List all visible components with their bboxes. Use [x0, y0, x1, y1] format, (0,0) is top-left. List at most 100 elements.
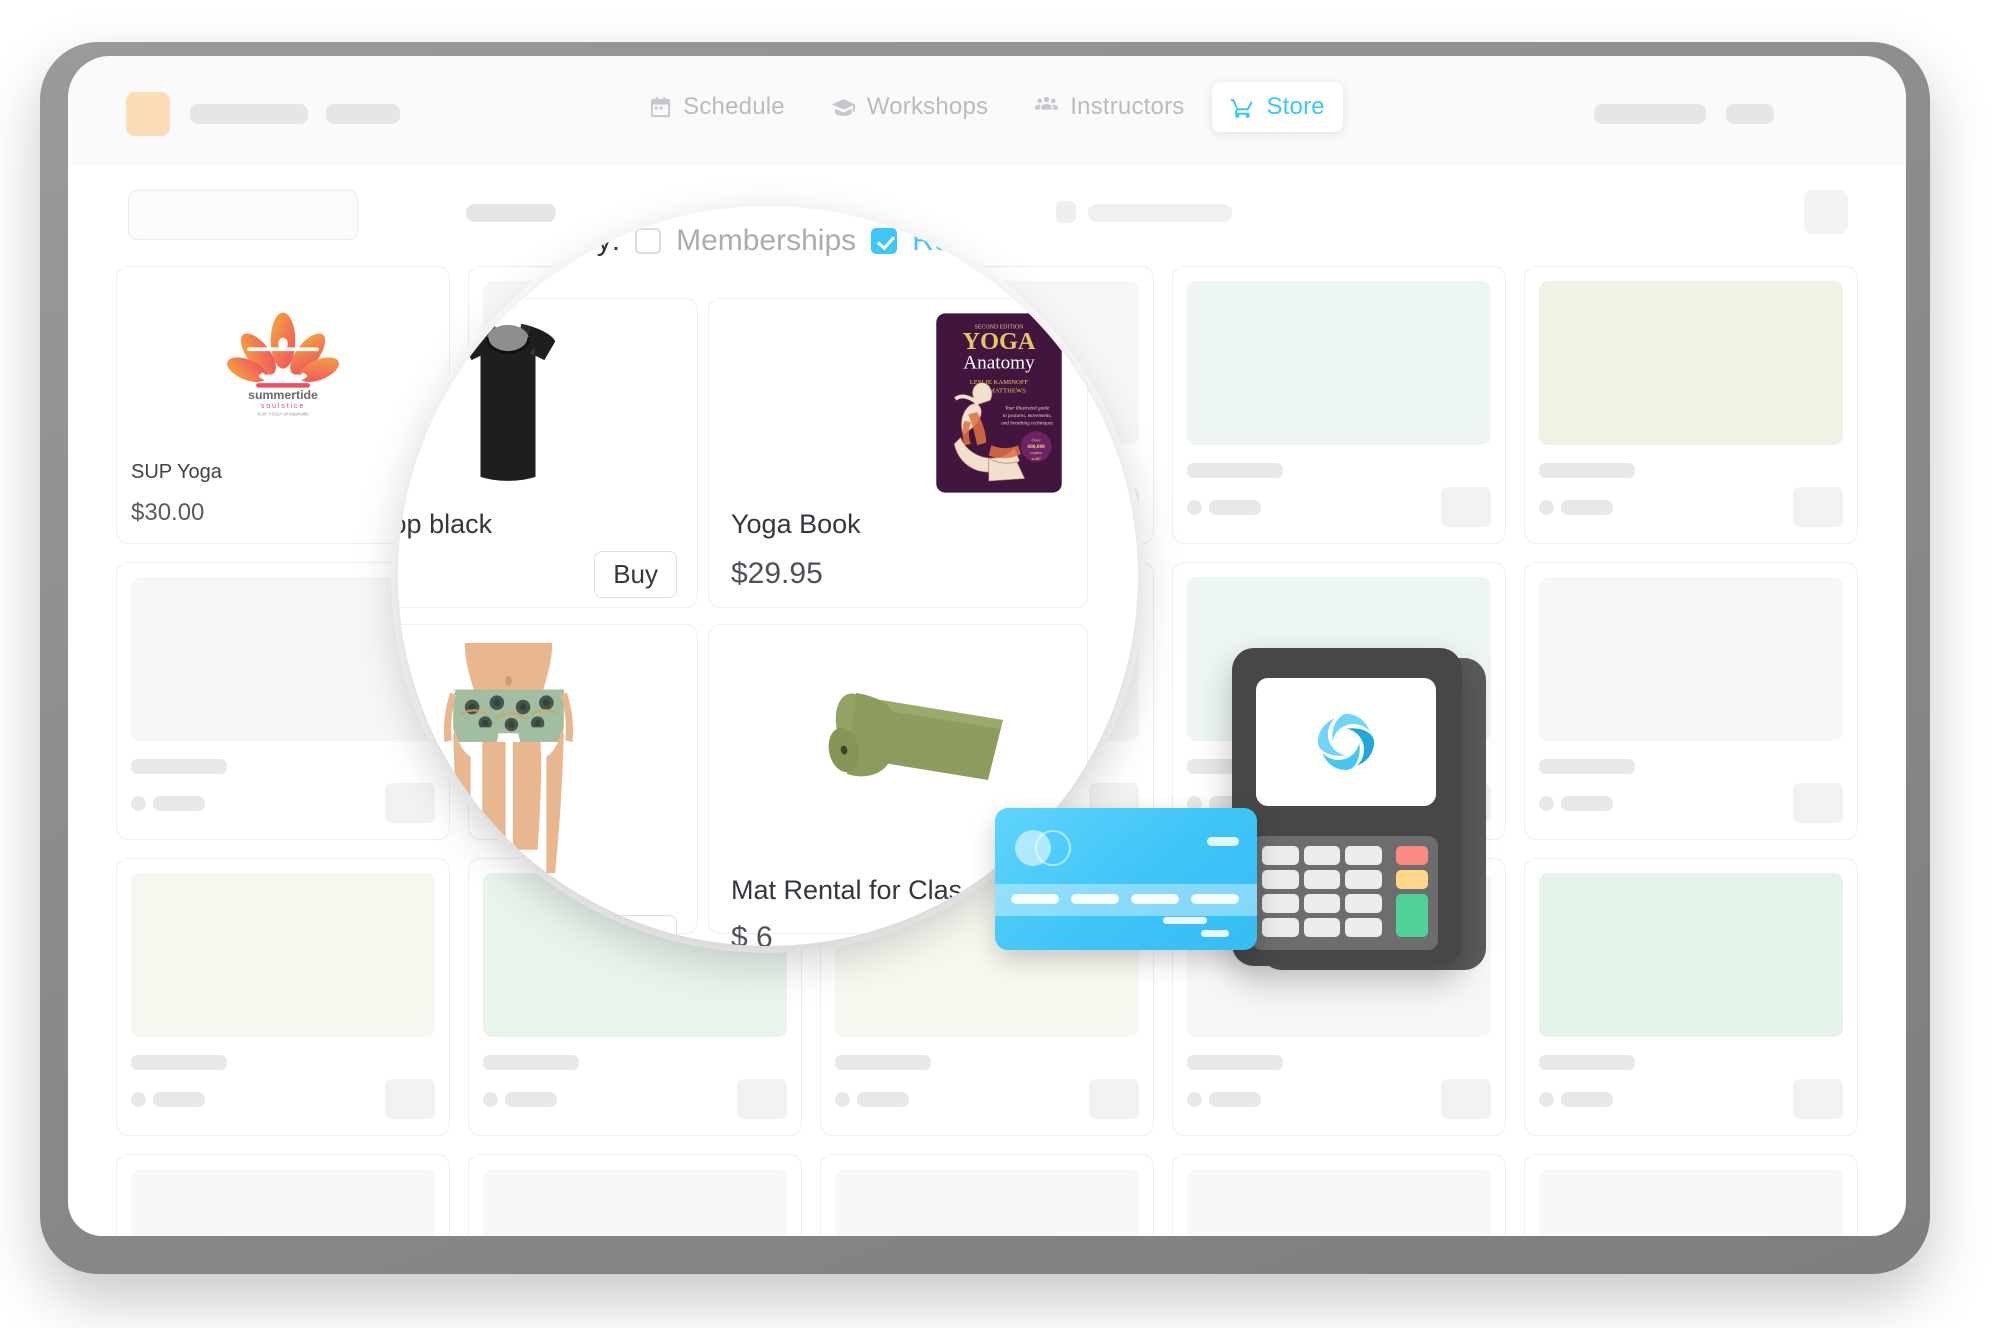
card-number-group [1011, 894, 1059, 904]
terminal-body [1232, 648, 1462, 966]
product-image-placeholder [835, 1169, 1139, 1236]
key[interactable] [1262, 870, 1299, 889]
green-yoga-mat-photo [828, 693, 1003, 780]
product-price-placeholder [1539, 1091, 1613, 1107]
product-title-placeholder [1187, 463, 1283, 478]
product-price: $ 6 [731, 921, 773, 946]
card-chip [1207, 837, 1239, 846]
search-input[interactable] [128, 190, 358, 240]
card-logo-circle-right [1035, 830, 1071, 866]
product-card[interactable] [1172, 266, 1506, 544]
svg-text:to postures, movements,: to postures, movements, [1003, 413, 1052, 419]
card-holder-line-2 [1201, 930, 1229, 937]
tablet-screen: Schedule Workshops Instructors Store sum… [68, 56, 1906, 1236]
buy-button-placeholder[interactable] [1793, 783, 1843, 823]
product-card[interactable] [1172, 1154, 1506, 1236]
key[interactable] [1262, 846, 1299, 865]
calendar-icon [649, 96, 672, 119]
buy-button-placeholder[interactable] [1793, 1079, 1843, 1119]
product-image-placeholder [131, 873, 435, 1037]
product-image-placeholder [131, 577, 435, 741]
magnified-product-card[interactable]: Buy [398, 624, 698, 946]
cyan-swirl-logo [1317, 713, 1375, 771]
payment-terminal [1232, 648, 1486, 980]
card-number-group [1071, 894, 1119, 904]
product-card[interactable] [1524, 1154, 1858, 1236]
buy-button-placeholder[interactable] [1089, 1079, 1139, 1119]
peacock-print-shorts-photo [443, 643, 573, 873]
tab-instructors[interactable]: Instructors [1016, 82, 1202, 132]
product-price-placeholder [483, 1091, 557, 1107]
app-header: Schedule Workshops Instructors Store [68, 56, 1906, 167]
product-title-placeholder [131, 759, 227, 774]
category-label: Category: [490, 224, 621, 257]
shopping-cart-icon [1230, 95, 1255, 120]
buy-button-placeholder[interactable] [1441, 487, 1491, 527]
summertide-soulstice-logo: summertide soulstice SUP YOGA of Nashvil… [227, 312, 339, 418]
tab-store[interactable]: Store [1212, 82, 1343, 132]
card-holder-line-1 [1163, 917, 1207, 924]
key[interactable] [1345, 918, 1382, 937]
key[interactable] [1303, 918, 1341, 937]
product-price-placeholder [1539, 499, 1613, 515]
tab-label: Instructors [1070, 93, 1185, 120]
key[interactable] [1262, 918, 1299, 937]
product-card[interactable] [116, 1154, 450, 1236]
buy-button[interactable]: Buy [594, 551, 677, 598]
checkbox-retail[interactable] [871, 228, 898, 254]
svg-text:Your illustrated guide: Your illustrated guide [1005, 405, 1050, 411]
tab-workshops[interactable]: Workshops [813, 82, 1006, 132]
product-card[interactable] [1524, 266, 1858, 544]
enter-key[interactable] [1396, 894, 1428, 937]
key[interactable] [1262, 894, 1299, 913]
product-image-placeholder [1187, 1169, 1491, 1236]
product-image: SECOND EDITION YOGA Anatomy LESLIE KAMIN… [709, 307, 1087, 499]
buy-button-placeholder[interactable] [1441, 1079, 1491, 1119]
product-image-placeholder [131, 1169, 435, 1236]
checkbox-label-retail: Re [912, 224, 951, 257]
key[interactable] [1345, 846, 1382, 865]
key[interactable] [1303, 894, 1341, 913]
svg-text:summertide: summertide [248, 388, 318, 402]
key[interactable] [1345, 870, 1382, 889]
magnified-product-card[interactable]: en Top black 00 Buy [398, 298, 698, 608]
key[interactable] [1303, 846, 1341, 865]
product-price: $30.00 [131, 499, 205, 526]
filter-icon-button[interactable] [1804, 190, 1848, 234]
tab-schedule[interactable]: Schedule [631, 82, 803, 132]
product-price-placeholder [835, 1091, 909, 1107]
magnified-category-filter: Category: Memberships Re [490, 224, 951, 258]
cancel-key[interactable] [1396, 846, 1428, 865]
tablet-frame: Schedule Workshops Instructors Store sum… [40, 42, 1930, 1274]
product-title-placeholder [1539, 463, 1635, 478]
product-title-placeholder [483, 1055, 579, 1070]
product-title: Yoga Book [731, 509, 861, 539]
buy-button-placeholder[interactable] [385, 1079, 435, 1119]
product-card[interactable] [1524, 858, 1858, 1136]
clear-key[interactable] [1396, 870, 1428, 889]
key[interactable] [1303, 870, 1341, 889]
terminal-screen [1256, 678, 1436, 806]
black-tank-top-photo [460, 323, 556, 481]
product-image-placeholder [483, 1169, 787, 1236]
buy-button[interactable]: Buy [594, 915, 677, 946]
product-price: $29.95 [731, 557, 823, 590]
product-image [398, 307, 697, 499]
product-card[interactable] [820, 1154, 1154, 1236]
checkbox-memberships[interactable] [635, 228, 662, 254]
key[interactable] [1345, 894, 1382, 913]
tab-label: Workshops [866, 93, 989, 120]
product-image [398, 633, 697, 883]
numeric-keys[interactable] [1262, 846, 1382, 937]
card-number-group [1131, 894, 1179, 904]
magnified-product-card[interactable]: SECOND EDITION YOGA Anatomy LESLIE KAMIN… [708, 298, 1088, 608]
product-card[interactable] [468, 1154, 802, 1236]
buy-button-placeholder[interactable] [737, 1079, 787, 1119]
function-keys[interactable] [1396, 846, 1428, 942]
product-title: SUP Yoga [131, 461, 222, 483]
buy-button-placeholder[interactable] [1793, 487, 1843, 527]
terminal-keypad[interactable] [1252, 836, 1438, 950]
nav-tabs: Schedule Workshops Instructors Store [68, 82, 1906, 132]
svg-text:Over: Over [1032, 437, 1041, 442]
product-card[interactable] [1524, 562, 1858, 840]
